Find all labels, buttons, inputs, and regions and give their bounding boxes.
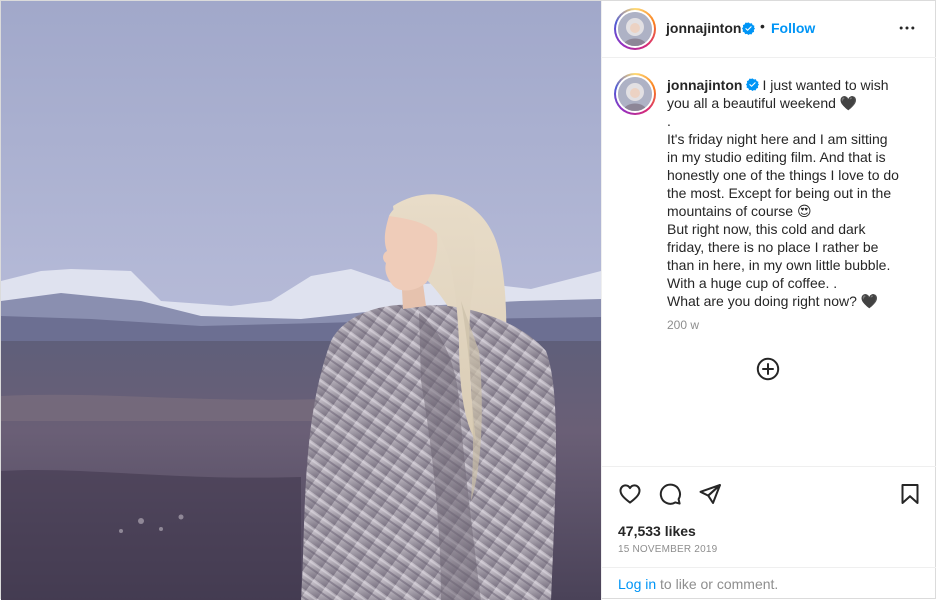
caption-username-link[interactable]: jonnajinton [667,77,742,93]
caption-line: . [667,113,671,129]
instagram-post: jonnajinton • Follow jonnajinton I just … [0,0,936,600]
caption-line: honestly one of the things I love to do [667,167,899,183]
caption-line: mountains of course 😍 [667,203,812,219]
post-date: 15 NOVEMBER 2019 [618,544,718,555]
login-prompt-text: to like or comment. [656,576,779,592]
caption-line: But right now, this cold and dark [667,221,866,237]
share-icon[interactable] [698,482,722,506]
post-side-panel: jonnajinton • Follow jonnajinton I just … [601,1,936,600]
follow-button[interactable]: Follow [771,20,815,36]
caption-section: jonnajinton I just wanted to wish you al… [602,59,936,465]
username-link[interactable]: jonnajinton [666,20,741,36]
avatar-photo [618,12,652,46]
caption-line: in my studio editing film. And that is [667,149,886,165]
post-header: jonnajinton • Follow [602,1,936,58]
avatar[interactable] [614,8,656,50]
heart-icon[interactable] [618,482,642,506]
caption-line: With a huge cup of coffee. . [667,275,838,291]
caption-line: It's friday night here and I am sitting [667,131,888,147]
caption-avatar[interactable] [614,73,656,115]
post-photo[interactable] [1,1,601,600]
login-link[interactable]: Log in [618,576,656,592]
comment-icon[interactable] [658,482,682,506]
bookmark-icon[interactable] [898,482,922,506]
caption-line: friday, there is no place I rather be [667,239,879,255]
caption-line: What are you doing right now? 🖤 [667,293,879,309]
caption-text: jonnajinton I just wanted to wish you al… [667,76,917,310]
verified-badge-icon [742,22,755,35]
caption-line: the most. Except for being out in the [667,185,892,201]
caption-line: you all a beautiful weekend 🖤 [667,95,858,111]
more-options-icon[interactable] [897,18,917,38]
post-actions: 47,533 likes 15 NOVEMBER 2019 Log in to … [602,466,936,600]
caption-timestamp[interactable]: 200 w [667,318,699,332]
separator-dot: • [760,18,765,34]
verified-badge-icon [746,78,760,91]
caption-line: than in here, in my own little bubble. [667,257,891,273]
avatar-photo [618,77,652,111]
likes-count[interactable]: 47,533 likes [618,523,696,539]
caption-line: I just wanted to wish [762,77,889,93]
plus-circle-icon[interactable] [756,357,780,381]
login-prompt: Log in to like or comment. [602,567,936,601]
photo-woman-in-fur-blanket [1,1,601,600]
